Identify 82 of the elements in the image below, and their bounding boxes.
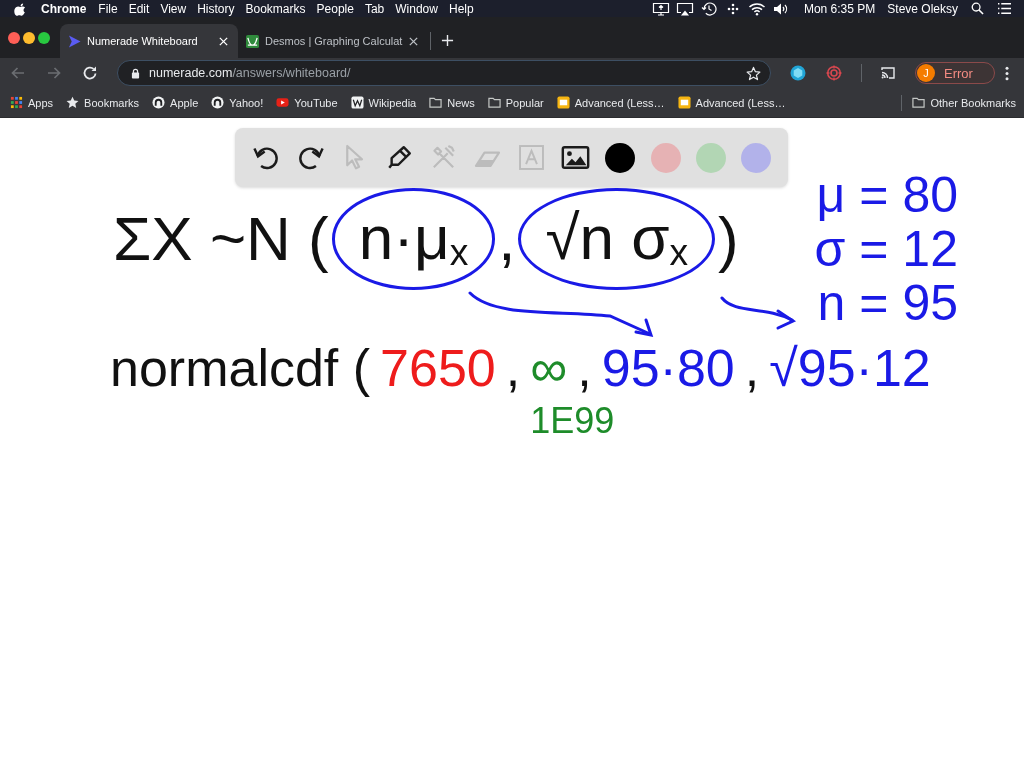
bookmark-item[interactable]: Bookmarks <box>66 96 140 109</box>
menu-item[interactable]: Window <box>395 1 438 16</box>
url-text: numerade.com/answers/whiteboard/ <box>149 66 352 80</box>
hexagon-icon[interactable] <box>790 65 806 81</box>
folder-icon <box>429 96 443 109</box>
address-bar[interactable]: numerade.com/answers/whiteboard/ <box>117 60 771 86</box>
color-swatch-icon[interactable] <box>650 142 681 173</box>
image-icon[interactable] <box>561 143 591 172</box>
handwritten-text: , <box>744 340 760 398</box>
app-menu[interactable]: Chrome <box>41 1 87 16</box>
handwritten-text: ∞ <box>530 340 568 398</box>
menu-item[interactable]: People <box>316 1 354 16</box>
color-swatch-icon[interactable] <box>605 142 636 173</box>
letter-tile-icon <box>350 96 364 109</box>
play-triangle-icon <box>68 34 81 48</box>
menu-item[interactable]: View <box>160 1 187 16</box>
clock-icon[interactable] <box>699 1 718 16</box>
browser-tab[interactable]: Desmos | Graphing Calculat <box>238 24 429 58</box>
handwritten-text: , <box>505 340 521 398</box>
document-icon <box>556 96 570 109</box>
bookmark-item[interactable]: Yahoo! <box>211 96 264 109</box>
graph-tile-icon <box>246 34 259 48</box>
kebab-menu-icon[interactable] <box>1005 65 1009 81</box>
bookmark-item[interactable]: Apple <box>152 96 199 109</box>
bookmark-item[interactable]: Other Bookmarks <box>912 96 1016 109</box>
menu-item[interactable]: Bookmarks <box>245 1 306 16</box>
handwritten-text: σ = 12 <box>814 222 958 276</box>
handwritten-text: 95·80 <box>601 340 735 398</box>
user-name[interactable]: Steve Oleksy <box>887 1 958 16</box>
handwritten-text: , <box>577 340 592 398</box>
bookmark-item[interactable]: Popular <box>487 96 544 109</box>
site-icon <box>211 96 225 109</box>
bookmark-item[interactable]: YouTube <box>276 96 338 109</box>
bookmark-item[interactable]: Advanced (Less… <box>677 96 786 109</box>
new-tab-icon[interactable] <box>441 34 455 47</box>
folder-icon <box>912 96 926 109</box>
list-icon[interactable] <box>997 2 1012 15</box>
video-play-icon <box>276 96 290 109</box>
bookmark-star-icon[interactable] <box>746 65 761 81</box>
wifi-icon[interactable] <box>747 1 766 16</box>
clock-text[interactable]: Mon 6:35 PM <box>803 1 876 16</box>
star-icon <box>66 96 80 109</box>
handwritten-text: μ = 80 <box>816 168 958 222</box>
bookmark-item[interactable]: Apps <box>10 96 54 109</box>
display-icon[interactable] <box>651 1 670 16</box>
bookmark-item[interactable]: Wikipedia <box>350 96 417 109</box>
menu-item[interactable]: File <box>98 1 118 16</box>
browser-tab[interactable]: Numerade Whiteboard <box>60 24 238 58</box>
menu-item[interactable]: History <box>197 1 235 16</box>
bookmark-item[interactable]: Advanced (Less… <box>556 96 665 109</box>
menu-item[interactable]: Help <box>448 1 474 16</box>
close-icon[interactable] <box>408 35 420 47</box>
handwritten-text: , <box>497 207 517 270</box>
close-window-icon[interactable] <box>8 31 20 44</box>
apple-logo-icon[interactable] <box>14 1 26 16</box>
apps-grid-icon <box>10 96 23 109</box>
circled-term: √n σ$_{x}$ <box>518 188 716 290</box>
reload-icon[interactable] <box>82 65 98 81</box>
handwritten-note: 1E99 <box>530 403 615 440</box>
profile-button[interactable]: J Error <box>915 62 995 84</box>
zoom-window-icon[interactable] <box>38 31 50 44</box>
bookmark-item[interactable]: News <box>429 96 475 109</box>
speaker-icon[interactable] <box>771 1 790 16</box>
airplay-icon[interactable] <box>675 1 694 16</box>
document-icon <box>677 96 691 109</box>
color-swatch-icon[interactable] <box>695 142 726 173</box>
site-icon <box>152 96 166 109</box>
handwritten-text: n = 95 <box>817 276 958 330</box>
profile-avatar: J <box>917 64 935 82</box>
handwritten-text: normalcdf ( <box>110 340 371 398</box>
search-icon[interactable] <box>970 2 985 15</box>
handwritten-text: √95·12 <box>769 340 931 398</box>
folder-icon <box>487 96 501 109</box>
minimize-window-icon[interactable] <box>23 31 35 44</box>
color-swatch-icon[interactable] <box>740 142 771 173</box>
menu-item[interactable]: Tab <box>364 1 385 16</box>
circled-term: n·μ$_{x}$ <box>331 188 496 290</box>
cast-icon[interactable] <box>880 65 896 81</box>
lock-icon <box>131 67 140 79</box>
handwritten-text: 7650 <box>380 340 496 398</box>
menu-item[interactable]: Edit <box>128 1 150 16</box>
target-icon[interactable] <box>826 65 842 81</box>
